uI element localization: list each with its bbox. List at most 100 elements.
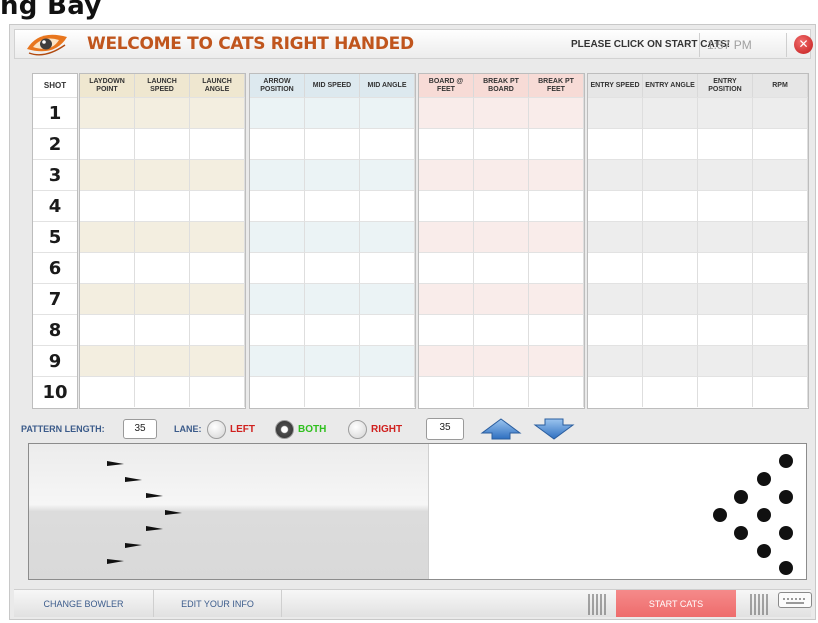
table-cell (474, 376, 529, 407)
table-cell (753, 128, 808, 159)
shot-number: 1 (33, 97, 77, 128)
table-cell (529, 252, 584, 283)
lane-arrow-marker (146, 493, 163, 498)
column-header: LAUNCH ANGLE (190, 74, 245, 97)
table-cell (698, 283, 753, 314)
table-cell (360, 221, 415, 252)
table-cell (474, 283, 529, 314)
table-cell (250, 128, 305, 159)
pin (757, 508, 771, 522)
table-cell (419, 128, 474, 159)
table-cell (643, 314, 698, 345)
table-cell (643, 283, 698, 314)
shot-number: 9 (33, 345, 77, 376)
table-cell (419, 283, 474, 314)
table-cell (305, 345, 360, 376)
arrow-down-icon[interactable] (533, 417, 575, 441)
table-cell (698, 221, 753, 252)
close-button[interactable]: ✕ (794, 35, 813, 54)
table-cell (80, 252, 135, 283)
distance-input[interactable]: 35 (426, 418, 464, 440)
table-cell (135, 190, 190, 221)
lane-radio-right[interactable] (348, 420, 367, 439)
table-cell (529, 345, 584, 376)
column-header: ENTRY POSITION (698, 74, 753, 97)
pin (779, 454, 793, 468)
table-cell (360, 159, 415, 190)
lane-arrow-marker (107, 461, 124, 466)
grip-icon (588, 594, 606, 615)
table-cell (80, 345, 135, 376)
pattern-length-input[interactable]: 35 (123, 419, 157, 439)
table-cell (80, 128, 135, 159)
table-cell (360, 283, 415, 314)
table-cell (588, 221, 643, 252)
table-cell (190, 128, 245, 159)
table-cell (305, 190, 360, 221)
table-cell (474, 314, 529, 345)
start-cats-button[interactable]: START CATS (616, 590, 736, 617)
table-cell (753, 376, 808, 407)
table-cell (80, 376, 135, 407)
lane-radio-both[interactable] (275, 420, 294, 439)
table-cell (588, 345, 643, 376)
table-cell (474, 159, 529, 190)
pattern-length-label: PATTERN LENGTH: (21, 424, 105, 434)
keyboard-keys (783, 598, 805, 604)
table-cell (698, 252, 753, 283)
pin-deck-view (429, 444, 806, 579)
table-cell (250, 252, 305, 283)
footer-bar: CHANGE BOWLER EDIT YOUR INFO START CATS (14, 589, 812, 617)
board-panel: BOARD @ FEET BREAK PT BOARD BREAK PT FEET (418, 73, 585, 409)
lane-arrow-marker (165, 510, 182, 515)
table-cell (360, 252, 415, 283)
header-divider (786, 33, 787, 57)
keyboard-icon[interactable] (778, 592, 812, 608)
table-cell (643, 190, 698, 221)
table-cell (588, 314, 643, 345)
change-bowler-button[interactable]: CHANGE BOWLER (14, 590, 154, 617)
table-cell (698, 345, 753, 376)
table-cell (360, 128, 415, 159)
shot-number: 4 (33, 190, 77, 221)
table-cell (135, 221, 190, 252)
lane-radio-label: BOTH (298, 424, 327, 435)
pin (757, 472, 771, 486)
table-cell (135, 97, 190, 128)
table-cell (305, 159, 360, 190)
table-cell (753, 283, 808, 314)
lane-arrow-marker (107, 559, 124, 564)
table-cell (360, 97, 415, 128)
table-cell (698, 314, 753, 345)
pin (734, 526, 748, 540)
lane-radio-label: RIGHT (371, 424, 403, 435)
table-cell (529, 376, 584, 407)
table-cell (80, 314, 135, 345)
table-cell (190, 283, 245, 314)
table-cell (250, 221, 305, 252)
arrow-up-icon[interactable] (480, 417, 522, 441)
table-cell (698, 190, 753, 221)
arrow-panel: ARROW POSITION MID SPEED MID ANGLE (249, 73, 416, 409)
table-cell (588, 376, 643, 407)
table-cell (474, 190, 529, 221)
table-cell (474, 128, 529, 159)
table-cell (753, 159, 808, 190)
column-header: ARROW POSITION (250, 74, 305, 97)
table-cell (360, 345, 415, 376)
lane-arrow-marker (146, 526, 163, 531)
lane-arrows-view (29, 444, 429, 579)
shot-number: 3 (33, 159, 77, 190)
column-header: LAUNCH SPEED (135, 74, 190, 97)
table-cell (250, 97, 305, 128)
table-cell (190, 159, 245, 190)
table-cell (190, 221, 245, 252)
edit-info-button[interactable]: EDIT YOUR INFO (154, 590, 282, 617)
table-cell (135, 314, 190, 345)
table-cell (643, 128, 698, 159)
column-header: MID SPEED (305, 74, 360, 97)
shot-number: 6 (33, 252, 77, 283)
lane-radio-left[interactable] (207, 420, 226, 439)
table-cell (360, 314, 415, 345)
table-cell (190, 97, 245, 128)
